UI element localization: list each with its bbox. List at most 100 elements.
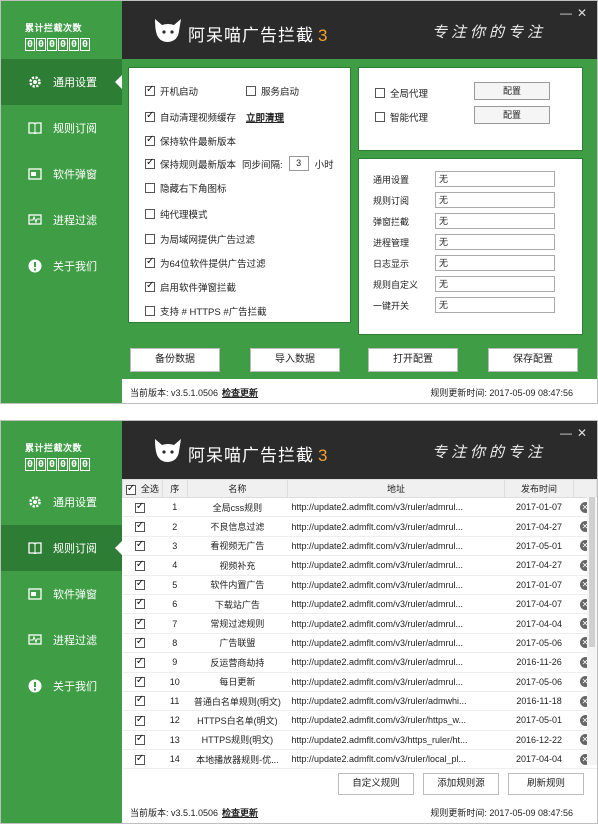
counter-digit: 0 xyxy=(36,458,46,471)
row-checkbox[interactable] xyxy=(134,520,145,532)
checkbox[interactable] xyxy=(145,183,155,193)
option-64bit-filter[interactable]: 为64位软件提供广告过滤 xyxy=(145,256,266,270)
hotkey-input[interactable]: 无 xyxy=(435,276,555,292)
sidebar-item-process[interactable]: 进程过滤 xyxy=(1,617,122,663)
close-button[interactable]: ✕ xyxy=(577,427,587,439)
sync-interval-input[interactable]: 3 xyxy=(288,156,309,171)
hotkey-input[interactable]: 无 xyxy=(435,255,555,271)
checkbox[interactable] xyxy=(145,256,155,268)
sidebar-item-about[interactable]: 关于我们 xyxy=(1,663,122,709)
option-popup-block[interactable]: 启用软件弹窗拦截 xyxy=(145,280,236,294)
sidebar-item-label: 关于我们 xyxy=(53,261,97,273)
table-row[interactable]: 14本地播放器规则-优...http://update2.admflt.com/… xyxy=(122,749,597,770)
row-checkbox[interactable] xyxy=(134,714,145,726)
sidebar-item-general[interactable]: 通用设置 xyxy=(1,479,122,525)
row-checkbox[interactable] xyxy=(134,656,145,668)
add-rule-source-button[interactable]: 添加规则源 xyxy=(423,773,499,795)
table-row[interactable]: 1全局css规则http://update2.admflt.com/v3/rul… xyxy=(122,497,597,518)
sidebar-item-about[interactable]: 关于我们 xyxy=(1,243,122,289)
check-update-link[interactable]: 检查更新 xyxy=(222,808,258,818)
minimize-button[interactable]: — xyxy=(560,7,572,19)
row-checkbox[interactable] xyxy=(134,694,145,707)
hotkey-input[interactable]: 无 xyxy=(435,297,555,313)
row-checkbox[interactable] xyxy=(134,559,145,571)
sidebar-item-rules[interactable]: 规则订阅 xyxy=(1,105,122,151)
rule-seq: 12 xyxy=(162,710,188,731)
option-autostart[interactable]: 开机启动 xyxy=(145,84,198,98)
checkbox[interactable] xyxy=(375,112,385,122)
table-row[interactable]: 5软件内置广告http://update2.admflt.com/v3/rule… xyxy=(122,575,597,595)
hotkey-input[interactable]: 无 xyxy=(435,234,555,250)
option-keep-software-updated[interactable]: 保持软件最新版本 xyxy=(145,134,236,148)
hotkey-input[interactable]: 无 xyxy=(435,171,555,187)
refresh-rules-button[interactable]: 刷新规则 xyxy=(508,773,584,795)
open-config-button[interactable]: 打开配置 xyxy=(368,348,458,372)
table-row[interactable]: 6下载站广告http://update2.admflt.com/v3/ruler… xyxy=(122,594,597,615)
sidebar: 累计拦截次数 0 0 0 0 0 0 通用设置 规则订阅 软件弹窗 进程过滤 关… xyxy=(1,1,122,403)
table-row[interactable]: 3看视频无广告http://update2.admflt.com/v3/rule… xyxy=(122,536,597,557)
option-pure-proxy[interactable]: 纯代理模式 xyxy=(145,207,208,221)
table-row[interactable]: 10每日更新http://update2.admflt.com/v3/ruler… xyxy=(122,672,597,692)
close-button[interactable]: ✕ xyxy=(577,7,587,19)
checkbox[interactable] xyxy=(375,88,385,98)
save-config-button[interactable]: 保存配置 xyxy=(488,348,578,372)
select-all-checkbox[interactable] xyxy=(125,483,136,495)
clean-now-link[interactable]: 立即清理 xyxy=(246,110,284,124)
table-row[interactable]: 9反运营商劫持http://update2.admflt.com/v3/rule… xyxy=(122,652,597,673)
row-checkbox[interactable] xyxy=(134,539,145,552)
option-hide-tray-icon[interactable]: 隐藏右下角图标 xyxy=(145,181,227,195)
option-https-filter[interactable]: 支持 # HTTPS #广告拦截 xyxy=(145,304,267,318)
import-data-button[interactable]: 导入数据 xyxy=(250,348,340,372)
check-update-link[interactable]: 检查更新 xyxy=(222,388,258,398)
row-checkbox[interactable] xyxy=(134,501,145,513)
table-row[interactable]: 7常规过滤规则http://update2.admflt.com/v3/rule… xyxy=(122,613,597,634)
checkbox[interactable] xyxy=(145,209,155,219)
select-all-header[interactable]: 全选 xyxy=(122,479,163,498)
checkbox[interactable] xyxy=(145,84,155,96)
sidebar-item-popup[interactable]: 软件弹窗 xyxy=(1,151,122,197)
table-row[interactable]: 2不良信息过滤http://update2.admflt.com/v3/rule… xyxy=(122,516,597,537)
rules-scrollbar[interactable] xyxy=(587,497,597,765)
checkbox[interactable] xyxy=(145,280,155,292)
scrollbar-thumb[interactable] xyxy=(589,497,595,647)
general-settings-content: 开机启动 服务启动 自动清理视频缓存立即清理 保持软件最新版本 保持规则最新版本… xyxy=(122,59,597,403)
sidebar-item-rules[interactable]: 规则订阅 xyxy=(1,525,122,571)
row-checkbox[interactable] xyxy=(134,578,145,591)
rule-seq: 2 xyxy=(162,516,188,537)
checkbox[interactable] xyxy=(145,110,155,122)
sidebar-item-general[interactable]: 通用设置 xyxy=(1,59,122,105)
row-checkbox[interactable] xyxy=(134,636,145,649)
row-checkbox[interactable] xyxy=(134,617,145,629)
checkbox[interactable] xyxy=(246,86,256,96)
smart-proxy-config-button[interactable]: 配置 xyxy=(474,106,550,124)
option-lan-filter[interactable]: 为局域网提供广告过滤 xyxy=(145,232,255,246)
sidebar-item-label: 软件弹窗 xyxy=(53,589,97,601)
table-row[interactable]: 11普通白名单规则(明文)http://update2.admflt.com/v… xyxy=(122,691,597,712)
table-row[interactable]: 12HTTPS白名单(明文)http://update2.admflt.com/… xyxy=(122,710,597,731)
hotkey-input[interactable]: 无 xyxy=(435,213,555,229)
row-checkbox[interactable] xyxy=(134,675,145,688)
option-smart-proxy[interactable]: 智能代理 xyxy=(375,110,428,124)
row-checkbox[interactable] xyxy=(134,733,145,746)
checkbox[interactable] xyxy=(145,157,155,169)
custom-rules-button[interactable]: 自定义规则 xyxy=(338,773,414,795)
backup-data-button[interactable]: 备份数据 xyxy=(130,348,220,372)
rule-url: http://update2.admflt.com/v3/ruler/admru… xyxy=(287,536,505,557)
minimize-button[interactable]: — xyxy=(560,427,572,439)
row-checkbox[interactable] xyxy=(134,597,145,610)
checkbox[interactable] xyxy=(145,134,155,146)
sidebar-item-process[interactable]: 进程过滤 xyxy=(1,197,122,243)
hotkey-input[interactable]: 无 xyxy=(435,192,555,208)
option-global-proxy[interactable]: 全局代理 xyxy=(375,86,428,100)
table-row[interactable]: 8广告联盟http://update2.admflt.com/v3/ruler/… xyxy=(122,633,597,654)
block-counter-label: 累计拦截次数 xyxy=(25,23,83,33)
row-checkbox[interactable] xyxy=(134,753,145,765)
global-proxy-config-button[interactable]: 配置 xyxy=(474,82,550,100)
sidebar-item-popup[interactable]: 软件弹窗 xyxy=(1,571,122,617)
table-row[interactable]: 4视频补充http://update2.admflt.com/v3/ruler/… xyxy=(122,555,597,576)
rule-name: 看视频无广告 xyxy=(187,536,288,557)
option-service-start[interactable]: 服务启动 xyxy=(246,84,299,98)
table-row[interactable]: 13HTTPS规则(明文)http://update2.admflt.com/v… xyxy=(122,730,597,751)
checkbox[interactable] xyxy=(145,234,155,244)
checkbox[interactable] xyxy=(145,306,155,316)
